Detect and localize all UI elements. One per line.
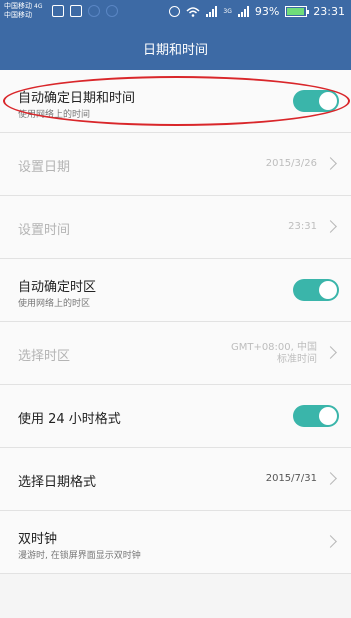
status-right: 3G 93% 23:31 [169,5,345,18]
chevron-right-icon [324,220,337,233]
auto-timezone-row[interactable]: 自动确定时区 使用网络上的时区 [0,259,351,322]
set-date-title: 设置日期 [18,160,71,175]
set-date-row[interactable]: 设置日期 2015/3/26 [0,133,351,196]
signal-icon [206,6,218,17]
use-24h-toggle[interactable] [293,405,339,427]
carrier-2: 中国移动 [4,11,32,19]
auto-datetime-row[interactable]: 自动确定日期和时间 使用网络上的时间 [0,70,351,133]
chevron-right-icon [324,157,337,170]
date-format-row[interactable]: 选择日期格式 2015/7/31 [0,448,351,511]
set-time-title: 设置时间 [18,223,71,238]
auto-datetime-title: 自动确定日期和时间 [18,91,136,106]
dual-clock-row[interactable]: 双时钟 漫游时, 在锁屏界面显示双时钟 [0,511,351,574]
battery-icon [285,6,310,17]
dual-clock-subtitle: 漫游时, 在锁屏界面显示双时钟 [18,551,141,561]
select-timezone-title: 选择时区 [18,349,71,364]
set-time-value: 23:31 [288,221,317,232]
page-title: 日期和时间 [142,42,208,58]
alarm-icon [169,6,181,17]
use-24h-row[interactable]: 使用 24 小时格式 [0,385,351,448]
status-bar: 中国移动 4G 中国移动 3G 93% 23:31 [0,0,351,26]
chevron-right-icon [324,535,337,548]
dual-clock-title: 双时钟 [18,532,58,547]
set-time-row[interactable]: 设置时间 23:31 [0,196,351,259]
toggle-knob [319,92,337,110]
signal-label: 3G [223,8,232,15]
chevron-right-icon [324,472,337,485]
carrier-info: 中国移动 4G 中国移动 [4,2,42,20]
title-bar: 日期和时间 [0,26,351,70]
auto-timezone-title: 自动确定时区 [18,280,97,295]
auto-timezone-subtitle: 使用网络上的时区 [18,299,91,309]
date-format-title: 选择日期格式 [18,475,97,490]
notification-icons [52,5,118,17]
battery-percent: 93% [254,5,280,18]
select-timezone-row[interactable]: 选择时区 GMT+08:00, 中国 标准时间 [0,322,351,385]
set-date-value: 2015/3/26 [265,158,317,169]
image-icon [52,5,64,17]
timezone-line2: 标准时间 [277,354,317,365]
auto-timezone-toggle[interactable] [293,279,339,301]
auto-datetime-toggle[interactable] [293,90,339,112]
select-timezone-value: GMT+08:00, 中国 标准时间 [231,342,317,366]
clock: 23:31 [313,5,345,18]
bottom-area [0,578,351,618]
toggle-knob [319,281,337,299]
use-24h-title: 使用 24 小时格式 [18,412,121,427]
app-icon [88,5,100,17]
date-format-value: 2015/7/31 [265,473,317,484]
app-icon [106,5,118,17]
notification-icon [70,5,82,17]
toggle-knob [319,407,337,425]
settings-list: 自动确定日期和时间 使用网络上的时间 设置日期 2015/3/26 设置时间 2… [0,70,351,574]
network-type: 4G [34,3,43,10]
signal-icon-2 [237,6,249,17]
timezone-line1: GMT+08:00, 中国 [230,342,317,353]
carrier-1: 中国移动 [4,2,32,10]
wifi-icon [186,6,200,17]
chevron-right-icon [324,346,337,359]
auto-datetime-subtitle: 使用网络上的时间 [18,110,91,120]
